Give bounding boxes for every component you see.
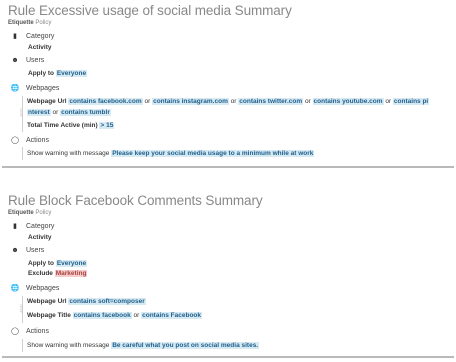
action-bar: [22, 147, 23, 160]
category-value: Activity: [28, 44, 52, 51]
url-condition: contains instagram.com: [152, 98, 229, 105]
users-icon: ☻: [11, 247, 19, 254]
globe-icon: 🌐: [10, 85, 20, 92]
actions-heading: ◯ Actions: [11, 328, 49, 335]
category-heading: ▮ Category: [10, 222, 54, 230]
url-condition: nterest: [27, 109, 51, 116]
policy-suffix: Policy: [35, 210, 52, 216]
document-icon: ▮: [13, 223, 17, 230]
or-word: or: [385, 98, 392, 105]
rule-title: Rule Excessive usage of social media Sum…: [8, 3, 292, 18]
and-label: AND: [18, 108, 24, 117]
action-bar: [22, 339, 23, 352]
or-word: or: [133, 312, 140, 319]
action-message-badge: Please keep your social media usage to a…: [111, 150, 315, 157]
users-icon: ☻: [11, 57, 19, 64]
title-condition: contains Facebook: [141, 312, 202, 319]
and-label: AND: [18, 304, 24, 313]
url-condition: contains pi: [392, 98, 430, 105]
policy-suffix: Policy: [35, 20, 52, 26]
apply-to-line: Apply to Everyone: [28, 70, 88, 77]
globe-icon: 🌐: [10, 285, 20, 292]
or-word: or: [52, 109, 59, 116]
time-value-badge: > 15: [99, 122, 115, 129]
rule-summary-card: Rule Block Facebook Comments Summary Eti…: [2, 192, 454, 358]
category-heading: ▮ Category: [10, 32, 54, 40]
apply-value-badge: Everyone: [55, 70, 88, 77]
url-condition: contains facebook.com: [68, 98, 143, 105]
action-line: Show warning with message Please keep yo…: [27, 150, 315, 157]
policy-name: Etiquette: [8, 20, 34, 26]
policy-label: Etiquette Policy: [8, 210, 51, 216]
check-circle-icon: ◯: [11, 137, 19, 144]
or-word: or: [144, 98, 151, 105]
or-word: or: [230, 98, 237, 105]
action-message-badge: Be careful what you post on social media…: [111, 342, 260, 349]
time-active-line: Total Time Active (min) > 15: [27, 122, 115, 129]
action-line: Show warning with message Be careful wha…: [27, 342, 260, 349]
webpage-url-line: Webpage Url contains soft=composer: [27, 298, 146, 305]
users-heading: ☻ Users: [11, 57, 45, 64]
url-condition: contains tumblr: [60, 109, 111, 116]
webpage-title-line: Webpage Title contains facebook or conta…: [27, 312, 202, 319]
document-icon: ▮: [13, 33, 17, 40]
webpages-heading: 🌐 Webpages: [10, 85, 60, 92]
title-condition: contains facebook: [72, 312, 132, 319]
url-condition: contains twitter.com: [238, 98, 304, 105]
url-condition: contains soft=composer: [68, 298, 146, 305]
webpages-heading: 🌐 Webpages: [10, 285, 60, 292]
rule-title: Rule Block Facebook Comments Summary: [8, 193, 263, 208]
category-value: Activity: [28, 234, 52, 241]
policy-name: Etiquette: [8, 210, 34, 216]
actions-heading: ◯ Actions: [11, 137, 49, 144]
webpage-url-line: Webpage Url contains facebook.com or con…: [27, 98, 430, 105]
apply-value-badge: Everyone: [55, 260, 88, 267]
webpage-url-line-continued: nterest or contains tumblr: [27, 109, 111, 116]
exclude-value-badge: Marketing: [54, 270, 88, 277]
users-heading: ☻ Users: [11, 247, 45, 254]
rule-summary-card: Rule Excessive usage of social media Sum…: [2, 2, 454, 168]
policy-label: Etiquette Policy: [8, 20, 51, 26]
url-condition: contains youtube.com: [312, 98, 384, 105]
exclude-line: Exclude Marketing: [28, 270, 88, 277]
or-word: or: [304, 98, 311, 105]
check-circle-icon: ◯: [11, 328, 19, 335]
apply-to-line: Apply to Everyone: [28, 260, 88, 267]
